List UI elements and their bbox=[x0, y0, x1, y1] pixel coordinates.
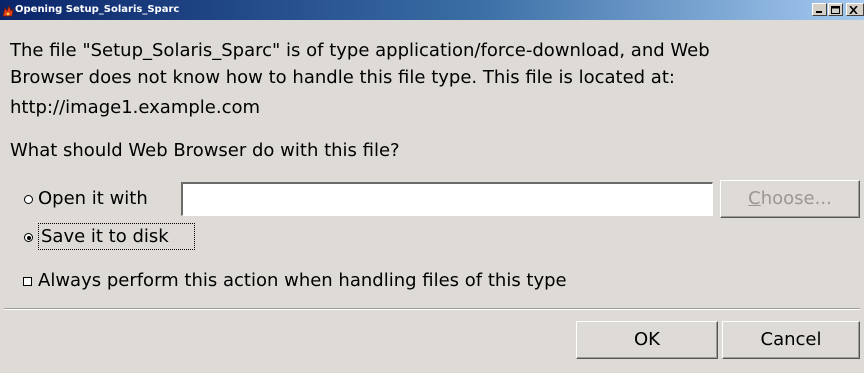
cancel-button[interactable]: Cancel bbox=[722, 321, 860, 359]
maximize-icon[interactable] bbox=[828, 3, 843, 16]
open-with-app-field[interactable] bbox=[181, 182, 713, 216]
choose-button[interactable]: Choose... bbox=[720, 180, 860, 218]
choose-mnemonic: C bbox=[748, 188, 761, 209]
always-perform-label[interactable]: Always perform this action when handling… bbox=[38, 269, 567, 293]
save-to-disk-label[interactable]: Save it to disk bbox=[41, 225, 169, 249]
save-to-disk-radio[interactable] bbox=[24, 233, 33, 242]
open-with-radio[interactable] bbox=[24, 195, 33, 204]
title-bar[interactable]: Opening Setup_Solaris_Sparc bbox=[0, 0, 864, 20]
ok-button[interactable]: OK bbox=[576, 321, 718, 359]
close-icon[interactable] bbox=[846, 3, 864, 16]
always-perform-checkbox[interactable] bbox=[23, 277, 32, 286]
fox-app-icon bbox=[2, 3, 14, 17]
choose-button-label: hoose... bbox=[760, 188, 832, 209]
separator bbox=[4, 308, 860, 310]
open-with-label[interactable]: Open it with bbox=[38, 187, 148, 211]
message-line-2: Browser does not know how to handle this… bbox=[10, 67, 675, 88]
question-label: What should Web Browser do with this fil… bbox=[10, 140, 400, 161]
message-line-1: The file "Setup_Solaris_Sparc" is of typ… bbox=[10, 40, 710, 61]
window-title: Opening Setup_Solaris_Sparc bbox=[15, 4, 180, 15]
file-location: http://image1.example.com bbox=[10, 97, 261, 118]
minimize-icon[interactable] bbox=[812, 3, 827, 16]
